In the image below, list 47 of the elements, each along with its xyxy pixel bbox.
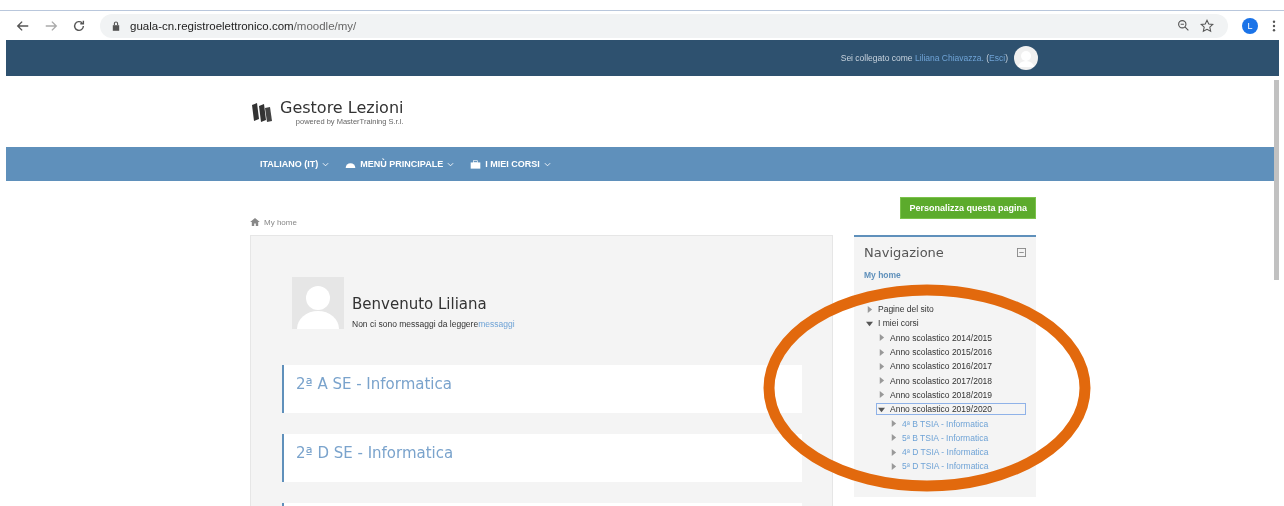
- back-icon[interactable]: [16, 18, 30, 33]
- breadcrumb-link[interactable]: My home: [264, 217, 297, 227]
- site-title: Gestore Lezioni: [280, 97, 404, 117]
- tree-item[interactable]: 5ª B TSIA - Informatica: [888, 431, 991, 444]
- user-avatar-icon: [292, 277, 344, 329]
- zoom-out-icon[interactable]: [1177, 19, 1190, 32]
- customize-button[interactable]: Personalizza questa pagina: [900, 197, 1036, 219]
- user-name-link[interactable]: Liliana Chiavazza.: [914, 53, 984, 63]
- chevron-icon: [447, 161, 455, 167]
- menu-icon[interactable]: [1272, 19, 1276, 32]
- tree-item[interactable]: Anno scolastico 2015/2016: [876, 346, 995, 359]
- chevron-icon: [322, 161, 330, 167]
- expanded-arrow-icon: [866, 319, 873, 327]
- lock-icon: [112, 20, 120, 31]
- tree-item[interactable]: 4ª D TSIA - Informatica: [888, 446, 991, 459]
- tree-item[interactable]: 5ª D TSIA - Informatica: [888, 460, 991, 473]
- user-avatar-icon[interactable]: [1014, 46, 1038, 70]
- expanded-arrow-icon: [878, 405, 885, 413]
- chevron-icon: [543, 161, 551, 167]
- tree-item[interactable]: Anno scolastico 2016/2017: [876, 360, 995, 373]
- briefcase-icon: [470, 159, 482, 169]
- welcome-message: Non ci sono messaggi da leggeremessaggi: [352, 319, 515, 329]
- menu-item[interactable]: I MIEI CORSI: [470, 159, 551, 169]
- tree-item[interactable]: 4ª B TSIA - Informatica: [888, 417, 991, 430]
- messages-link[interactable]: messaggi: [478, 319, 515, 329]
- course-card[interactable]: 2ª D SE - Informatica: [282, 434, 802, 482]
- profile-avatar[interactable]: L: [1242, 17, 1258, 34]
- menu-item[interactable]: MENÙ PRINCIPALE: [345, 159, 455, 169]
- tree-item[interactable]: Pagine del sito: [864, 303, 936, 316]
- tree-item[interactable]: I miei corsi: [864, 317, 921, 330]
- tree-item[interactable]: Anno scolastico 2014/2015: [876, 331, 995, 344]
- nav-home-link[interactable]: My home: [864, 270, 1026, 280]
- menu-item[interactable]: ITALIANO (IT): [260, 159, 330, 169]
- address-bar[interactable]: guala-cn.registroelettronico.com/moodle/my/: [100, 13, 1228, 38]
- star-icon[interactable]: [1200, 18, 1214, 33]
- collapsed-arrow-icon: [866, 305, 873, 313]
- login-info: Sei collegato come Liliana Chiavazza. (Esci): [840, 53, 1008, 63]
- tree-item[interactable]: Anno scolastico 2019/2020: [876, 403, 1026, 416]
- collapse-icon[interactable]: [1017, 248, 1026, 257]
- tree-item[interactable]: Anno scolastico 2018/2019: [876, 388, 995, 401]
- block-title: Navigazione: [864, 245, 944, 260]
- welcome-title: Benvenuto Liliana: [352, 295, 488, 313]
- course-card[interactable]: 2ª A SE - Informatica: [282, 365, 802, 413]
- scrollbar[interactable]: [1274, 80, 1279, 280]
- tree-item[interactable]: Anno scolastico 2017/2018: [876, 374, 995, 387]
- home-icon: [250, 218, 260, 226]
- reload-icon[interactable]: [72, 18, 86, 33]
